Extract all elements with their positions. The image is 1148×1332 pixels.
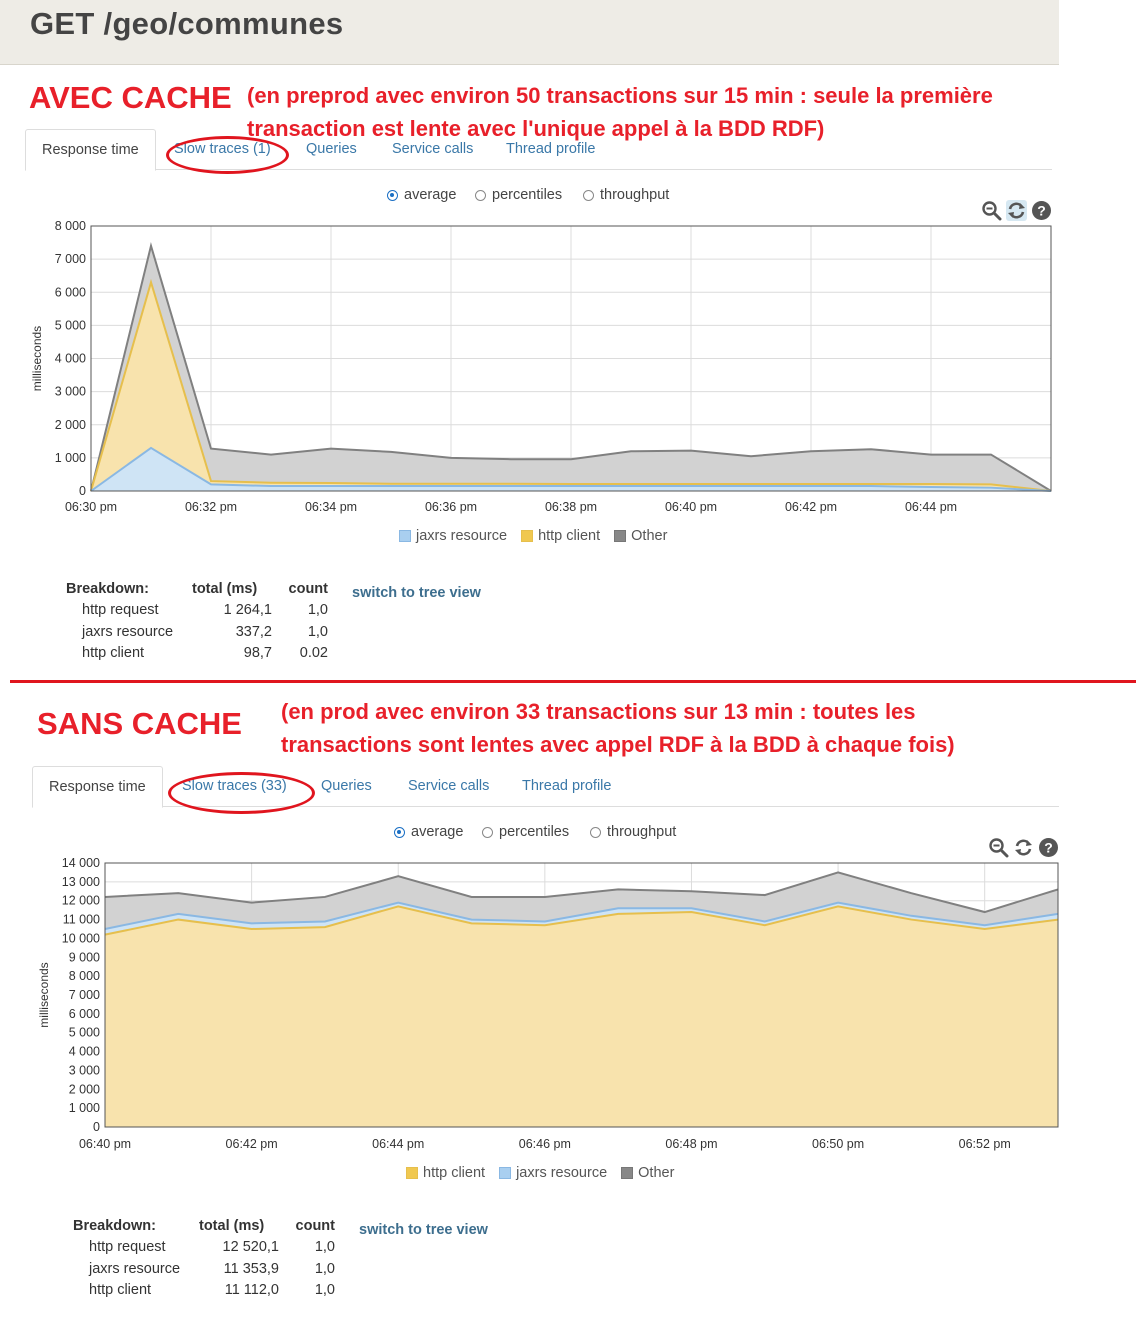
x-tick-label: 06:44 pm [372, 1137, 424, 1151]
table-row: http client 11 112,0 1,0 [73, 1280, 335, 1302]
legend-label: http client [423, 1165, 486, 1181]
breakdown-name: http client [89, 1282, 152, 1299]
breakdown-count: 1,0 [314, 1260, 335, 1277]
legend-item-other[interactable]: Other [621, 1165, 674, 1181]
series-area-http [105, 906, 1058, 1127]
section2-breakdown-table: Breakdown: total (ms) count http request… [73, 1215, 335, 1301]
y-tick-label: 1 000 [69, 1101, 100, 1115]
breakdown-header: count [295, 1217, 335, 1234]
x-tick-label: 06:52 pm [959, 1137, 1011, 1151]
legend-item-http[interactable]: http client [406, 1165, 485, 1181]
y-tick-label: 7 000 [69, 988, 100, 1002]
breakdown-name: http request [89, 1239, 166, 1256]
legend-label: jaxrs resource [516, 1165, 608, 1181]
y-axis-label: milliseconds [37, 962, 51, 1027]
table-row: http request 12 520,1 1,0 [73, 1237, 335, 1259]
legend-swatch [499, 1167, 512, 1179]
section2-legend: http client jaxrs resource Other [406, 1165, 674, 1181]
x-tick-label: 06:46 pm [519, 1137, 571, 1151]
y-tick-label: 9 000 [69, 950, 100, 964]
x-tick-label: 06:40 pm [79, 1137, 131, 1151]
breakdown-header: total (ms) [199, 1217, 265, 1234]
x-tick-label: 06:42 pm [226, 1137, 278, 1151]
switch-to-tree-view-link[interactable]: switch to tree view [359, 1222, 488, 1238]
legend-swatch [406, 1167, 418, 1179]
y-tick-label: 6 000 [69, 1007, 100, 1021]
y-tick-label: 12 000 [62, 894, 100, 908]
breakdown-total: 12 520,1 [222, 1239, 279, 1256]
table-row: jaxrs resource 11 353,9 1,0 [73, 1258, 335, 1280]
y-tick-label: 2 000 [69, 1082, 100, 1096]
breakdown-total: 11 353,9 [223, 1260, 279, 1277]
breakdown-count: 1,0 [314, 1282, 335, 1299]
y-tick-label: 13 000 [62, 875, 100, 889]
y-tick-label: 14 000 [62, 856, 100, 870]
breakdown-total: 11 112,0 [224, 1282, 279, 1299]
y-tick-label: 8 000 [69, 969, 100, 983]
y-tick-label: 5 000 [69, 1026, 100, 1040]
legend-swatch [621, 1167, 634, 1179]
legend-item-jaxrs[interactable]: jaxrs resource [499, 1165, 607, 1181]
section2-chart: 0 1 000 2 000 3 000 4 000 5 000 6 000 7 000 8 00… [37, 856, 1059, 1151]
y-tick-label: 0 [93, 1120, 100, 1134]
y-tick-label: 11 000 [63, 913, 100, 927]
breakdown-count: 1,0 [314, 1239, 335, 1256]
x-tick-label: 06:50 pm [812, 1137, 864, 1151]
breakdown-header: Breakdown: [73, 1217, 156, 1234]
x-tick-label: 06:48 pm [665, 1137, 717, 1151]
y-tick-label: 4 000 [69, 1045, 100, 1059]
legend-label: Other [638, 1165, 675, 1181]
y-tick-label: 3 000 [69, 1063, 100, 1077]
y-tick-label: 10 000 [62, 931, 100, 945]
breakdown-name: jaxrs resource [89, 1260, 181, 1277]
